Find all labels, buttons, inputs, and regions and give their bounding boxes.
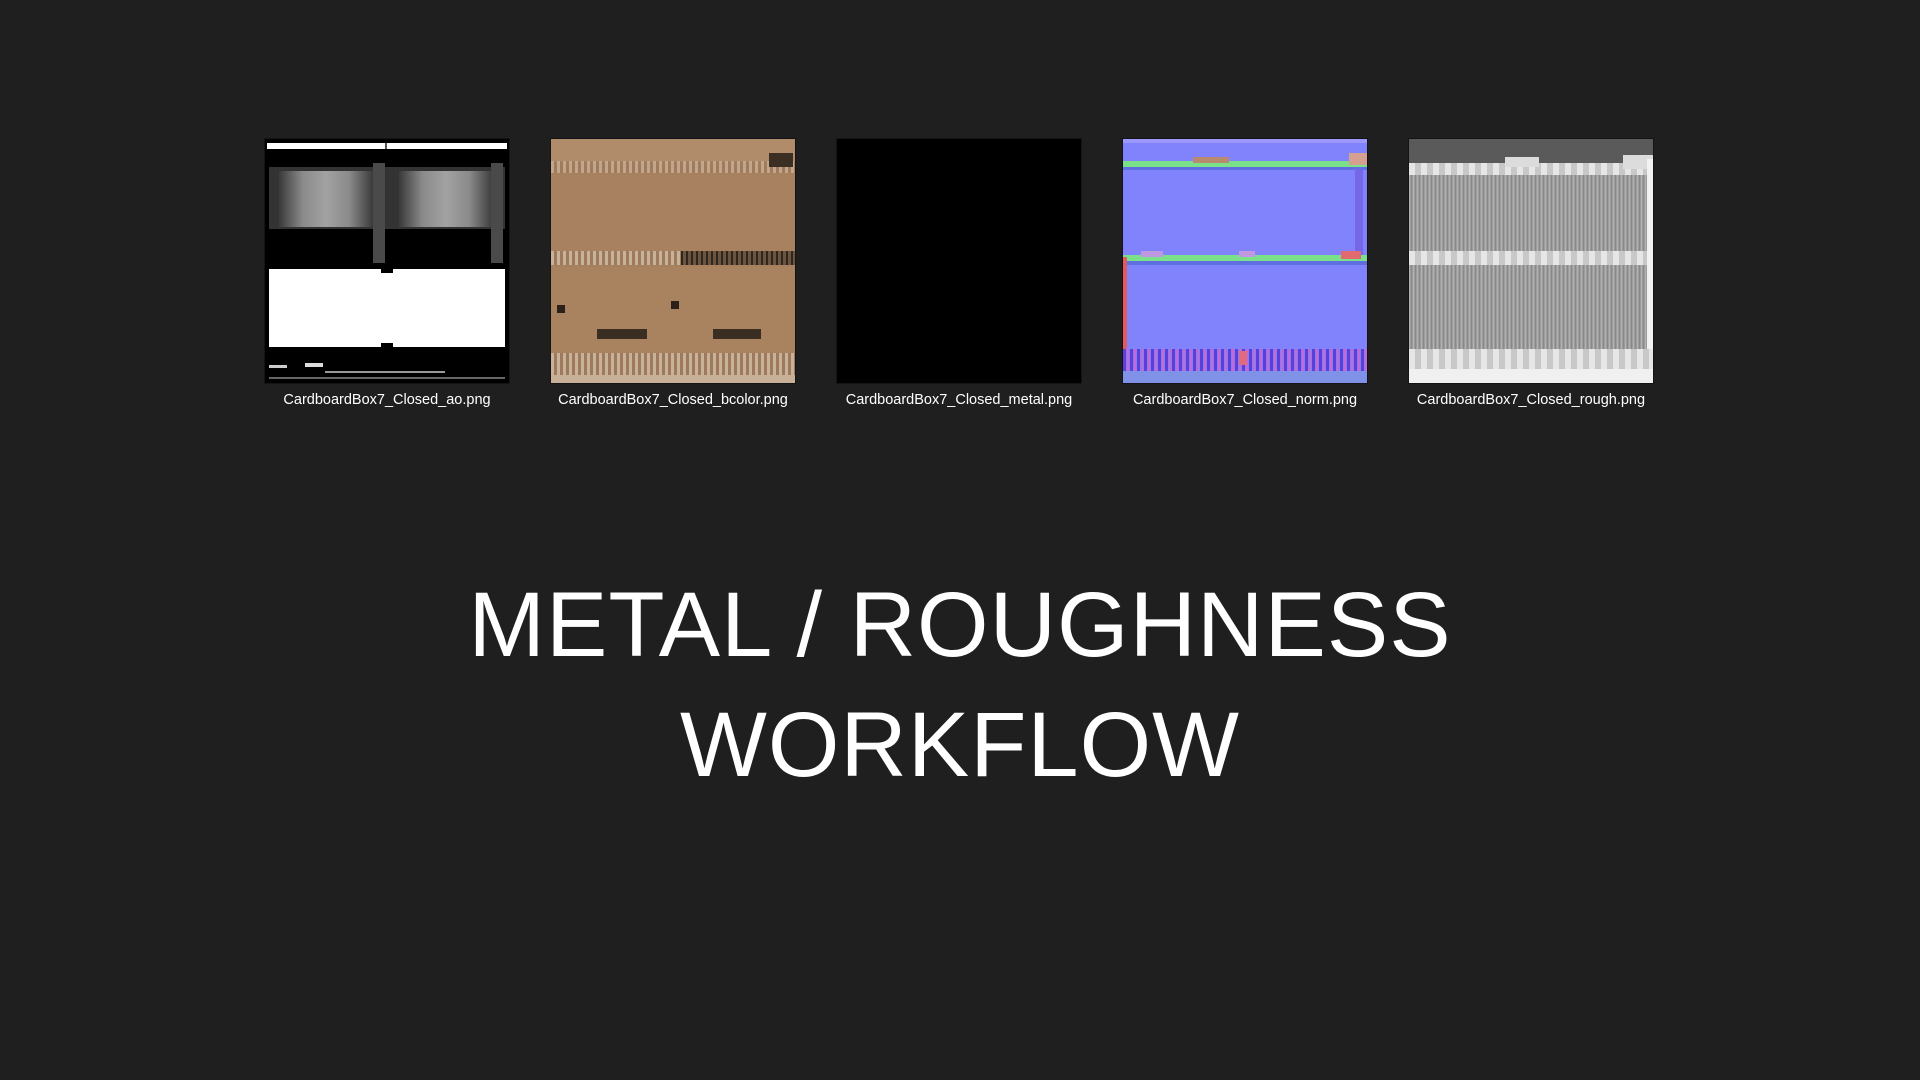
file-name: CardboardBox7_Closed_rough.png — [1416, 392, 1646, 408]
file-item-ao[interactable]: CardboardBox7_Closed_ao.png — [244, 138, 530, 422]
file-item-norm[interactable]: CardboardBox7_Closed_norm.png — [1102, 138, 1388, 422]
base-color-map-thumbnail-icon — [551, 139, 795, 383]
file-item-metal[interactable]: CardboardBox7_Closed_metal.png — [816, 138, 1102, 422]
file-name: CardboardBox7_Closed_ao.png — [283, 392, 491, 408]
file-item-rough[interactable]: CardboardBox7_Closed_rough.png — [1388, 138, 1674, 422]
file-thumbnail-grid: CardboardBox7_Closed_ao.png CardboardBox… — [0, 0, 1920, 420]
roughness-map-thumbnail-icon — [1409, 139, 1653, 383]
ao-map-thumbnail-icon — [265, 139, 509, 383]
file-name: CardboardBox7_Closed_metal.png — [845, 392, 1073, 408]
file-item-bcolor[interactable]: CardboardBox7_Closed_bcolor.png — [530, 138, 816, 422]
metal-map-thumbnail-icon — [837, 139, 1081, 383]
file-name: CardboardBox7_Closed_bcolor.png — [558, 392, 788, 408]
normal-map-thumbnail-icon — [1123, 139, 1367, 383]
headline-line-1: METAL / ROUGHNESS — [468, 574, 1452, 676]
file-name: CardboardBox7_Closed_norm.png — [1132, 392, 1358, 408]
headline-line-2: WORKFLOW — [680, 694, 1240, 796]
